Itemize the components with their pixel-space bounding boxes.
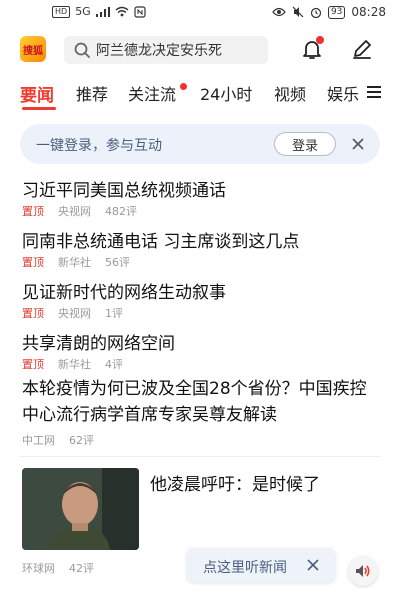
pen-icon[interactable]	[350, 37, 374, 61]
divider	[20, 456, 380, 457]
eye-icon	[272, 7, 286, 17]
news-source: 中工网	[22, 434, 55, 447]
comment-count: 1评	[105, 307, 123, 320]
news-title[interactable]: 习近平同美国总统视频通话	[22, 176, 226, 201]
news-meta: 置顶 新华社 4评	[22, 356, 123, 372]
tab-24h[interactable]: 24小时	[200, 81, 252, 105]
signal-icon: 5G	[75, 5, 91, 18]
tab-following[interactable]: 关注流	[128, 81, 176, 105]
search-bar[interactable]: 阿兰德龙决定安乐死	[64, 36, 268, 64]
speaker-button[interactable]	[348, 556, 378, 586]
comment-count: 62评	[69, 434, 94, 447]
alarm-icon	[310, 7, 322, 18]
signal-bars-icon	[95, 6, 110, 17]
sohu-logo[interactable]: 搜狐	[20, 36, 46, 62]
login-banner: 一键登录，参与互动 登录	[20, 124, 380, 164]
listen-news-label[interactable]: 点这里听新闻	[203, 557, 287, 577]
hd-indicator: HD	[52, 5, 71, 18]
comment-count: 56评	[105, 256, 130, 269]
news-title[interactable]: 见证新时代的网络生动叙事	[22, 278, 226, 303]
news-meta: 置顶 央视网 1评	[22, 305, 123, 321]
channel-tabs: 要闻 推荐 关注流 24小时 视频 娱乐	[0, 74, 400, 114]
pinned-badge: 置顶	[22, 307, 44, 320]
close-icon[interactable]	[350, 136, 366, 152]
news-meta: 置顶 新华社 56评	[22, 254, 130, 270]
speaker-icon	[356, 565, 370, 577]
mute-icon	[292, 6, 304, 18]
news-source: 新华社	[58, 358, 91, 371]
search-icon	[74, 42, 90, 58]
news-source: 央视网	[58, 205, 91, 218]
active-tab-indicator	[22, 107, 56, 110]
clock: 08:28	[351, 5, 386, 19]
news-meta: 环球网 42评	[22, 560, 94, 576]
login-button[interactable]: 登录	[274, 132, 336, 156]
battery-indicator: 93	[327, 5, 346, 19]
status-bar: HD 5G 93 08:28	[0, 0, 400, 24]
comment-count: 4评	[105, 358, 123, 371]
close-icon[interactable]	[307, 559, 319, 571]
news-title[interactable]: 同南非总统通电话 习主席谈到这几点	[22, 227, 299, 252]
tab-headlines[interactable]: 要闻	[20, 81, 54, 106]
tab-video[interactable]: 视频	[274, 81, 306, 105]
pinned-badge: 置顶	[22, 358, 44, 371]
app-header: 搜狐 阿兰德龙决定安乐死	[0, 24, 400, 74]
news-title[interactable]: 他凌晨呼吁：是时候了	[150, 470, 320, 495]
news-source: 新华社	[58, 256, 91, 269]
comment-count: 42评	[69, 562, 94, 575]
login-prompt: 一键登录，参与互动	[36, 138, 162, 154]
pinned-badge: 置顶	[22, 256, 44, 269]
wifi-icon	[115, 6, 129, 17]
news-source: 环球网	[22, 562, 55, 575]
news-source: 央视网	[58, 307, 91, 320]
news-meta: 中工网 62评	[22, 432, 94, 448]
tab-entertainment[interactable]: 娱乐	[327, 81, 359, 105]
tab-recommend[interactable]: 推荐	[76, 81, 108, 105]
listen-news-toast[interactable]: 点这里听新闻	[187, 548, 335, 582]
tab-following-dot	[180, 83, 187, 90]
news-title[interactable]: 本轮疫情为何已波及全国28个省份？中国疾控中心流行病学首席专家吴尊友解读	[22, 376, 382, 428]
news-thumbnail[interactable]	[22, 468, 139, 550]
nfc-icon	[134, 5, 146, 18]
pinned-badge: 置顶	[22, 205, 44, 218]
comment-count: 482评	[105, 205, 137, 218]
search-placeholder: 阿兰德龙决定安乐死	[96, 43, 222, 59]
menu-icon[interactable]	[365, 83, 383, 101]
news-meta: 置顶 央视网 482评	[22, 203, 137, 219]
news-title[interactable]: 共享清朗的网络空间	[22, 329, 175, 354]
notification-dot	[316, 36, 324, 44]
